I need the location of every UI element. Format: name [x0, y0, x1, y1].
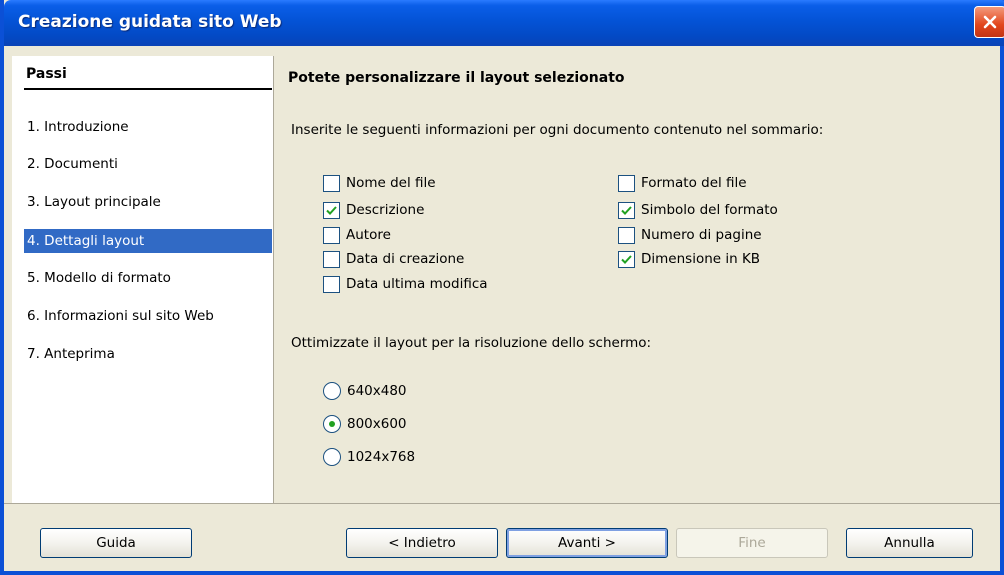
window-title: Creazione guidata sito Web — [18, 12, 282, 32]
title-bar[interactable]: Creazione guidata sito Web — [4, 0, 1004, 46]
checkbox-box[interactable] — [323, 250, 340, 268]
radio-640x480[interactable]: 640x480 — [323, 381, 407, 401]
checkbox-dimensione-kb[interactable]: Dimensione in KB — [618, 249, 760, 269]
radio-label: 640x480 — [347, 383, 407, 399]
checkbox-box[interactable] — [323, 201, 340, 219]
checkbox-box[interactable] — [323, 174, 340, 192]
checkbox-label: Simbolo del formato — [641, 202, 778, 218]
checkbox-data-creazione[interactable]: Data di creazione — [323, 249, 464, 269]
checkbox-numero-pagine[interactable]: Numero di pagine — [618, 225, 762, 245]
checkbox-label: Data di creazione — [346, 251, 465, 267]
checkmark-icon — [621, 254, 632, 264]
checkbox-label: Descrizione — [346, 202, 425, 218]
close-icon — [983, 15, 997, 29]
checkbox-box[interactable] — [618, 250, 635, 268]
checkmark-icon — [326, 205, 337, 215]
help-button[interactable]: Guida — [40, 528, 192, 558]
radio-circle[interactable] — [323, 382, 341, 400]
checkbox-autore[interactable]: Autore — [323, 225, 391, 245]
footer-separator — [4, 503, 1000, 504]
checkbox-label: Nome del file — [346, 175, 436, 191]
step-documenti[interactable]: 2. Documenti — [24, 152, 122, 176]
step-anteprima[interactable]: 7. Anteprima — [24, 342, 119, 366]
radio-circle[interactable] — [323, 415, 341, 433]
back-button[interactable]: < Indietro — [346, 528, 498, 558]
step-informazioni-sito[interactable]: 6. Informazioni sul sito Web — [24, 304, 218, 328]
resolution-label: Ottimizzate il layout per la risoluzione… — [291, 335, 652, 351]
finish-button: Fine — [676, 528, 828, 558]
checkbox-label: Data ultima modifica — [346, 276, 488, 292]
main-content: Potete personalizzare il layout selezion… — [273, 56, 1000, 503]
radio-1024x768[interactable]: 1024x768 — [323, 447, 415, 467]
steps-divider — [24, 88, 272, 90]
checkbox-simbolo-formato[interactable]: Simbolo del formato — [618, 200, 778, 220]
intro-text: Inserite le seguenti informazioni per og… — [291, 122, 824, 138]
step-modello-di-formato[interactable]: 5. Modello di formato — [24, 266, 175, 290]
checkbox-box[interactable] — [618, 226, 635, 244]
checkbox-box[interactable] — [323, 226, 340, 244]
checkbox-formato-file[interactable]: Formato del file — [618, 173, 747, 193]
radio-label: 1024x768 — [347, 449, 416, 465]
next-button[interactable]: Avanti > — [506, 528, 668, 558]
checkbox-box[interactable] — [618, 174, 635, 192]
step-layout-principale[interactable]: 3. Layout principale — [24, 190, 165, 214]
step-dettagli-layout[interactable]: 4. Dettagli layout — [24, 229, 272, 253]
radio-label: 800x600 — [347, 416, 407, 432]
checkbox-label: Numero di pagine — [641, 227, 762, 243]
checkbox-nome-file[interactable]: Nome del file — [323, 173, 436, 193]
checkbox-label: Dimensione in KB — [641, 251, 761, 267]
checkbox-box[interactable] — [323, 275, 340, 293]
radio-dot-icon — [329, 421, 335, 427]
steps-title: Passi — [26, 66, 67, 82]
checkbox-descrizione[interactable]: Descrizione — [323, 200, 424, 220]
radio-800x600[interactable]: 800x600 — [323, 414, 407, 434]
checkbox-label: Autore — [346, 227, 391, 243]
close-button[interactable] — [974, 6, 1004, 38]
cancel-button[interactable]: Annulla — [846, 528, 973, 558]
checkbox-label: Formato del file — [641, 175, 747, 191]
checkbox-data-ultima-modifica[interactable]: Data ultima modifica — [323, 274, 488, 294]
checkbox-box[interactable] — [618, 201, 635, 219]
steps-panel: Passi 1. Introduzione 2. Documenti 3. La… — [12, 56, 273, 503]
page-heading: Potete personalizzare il layout selezion… — [288, 70, 625, 86]
step-introduzione[interactable]: 1. Introduzione — [24, 115, 133, 139]
checkmark-icon — [621, 205, 632, 215]
radio-circle[interactable] — [323, 448, 341, 466]
